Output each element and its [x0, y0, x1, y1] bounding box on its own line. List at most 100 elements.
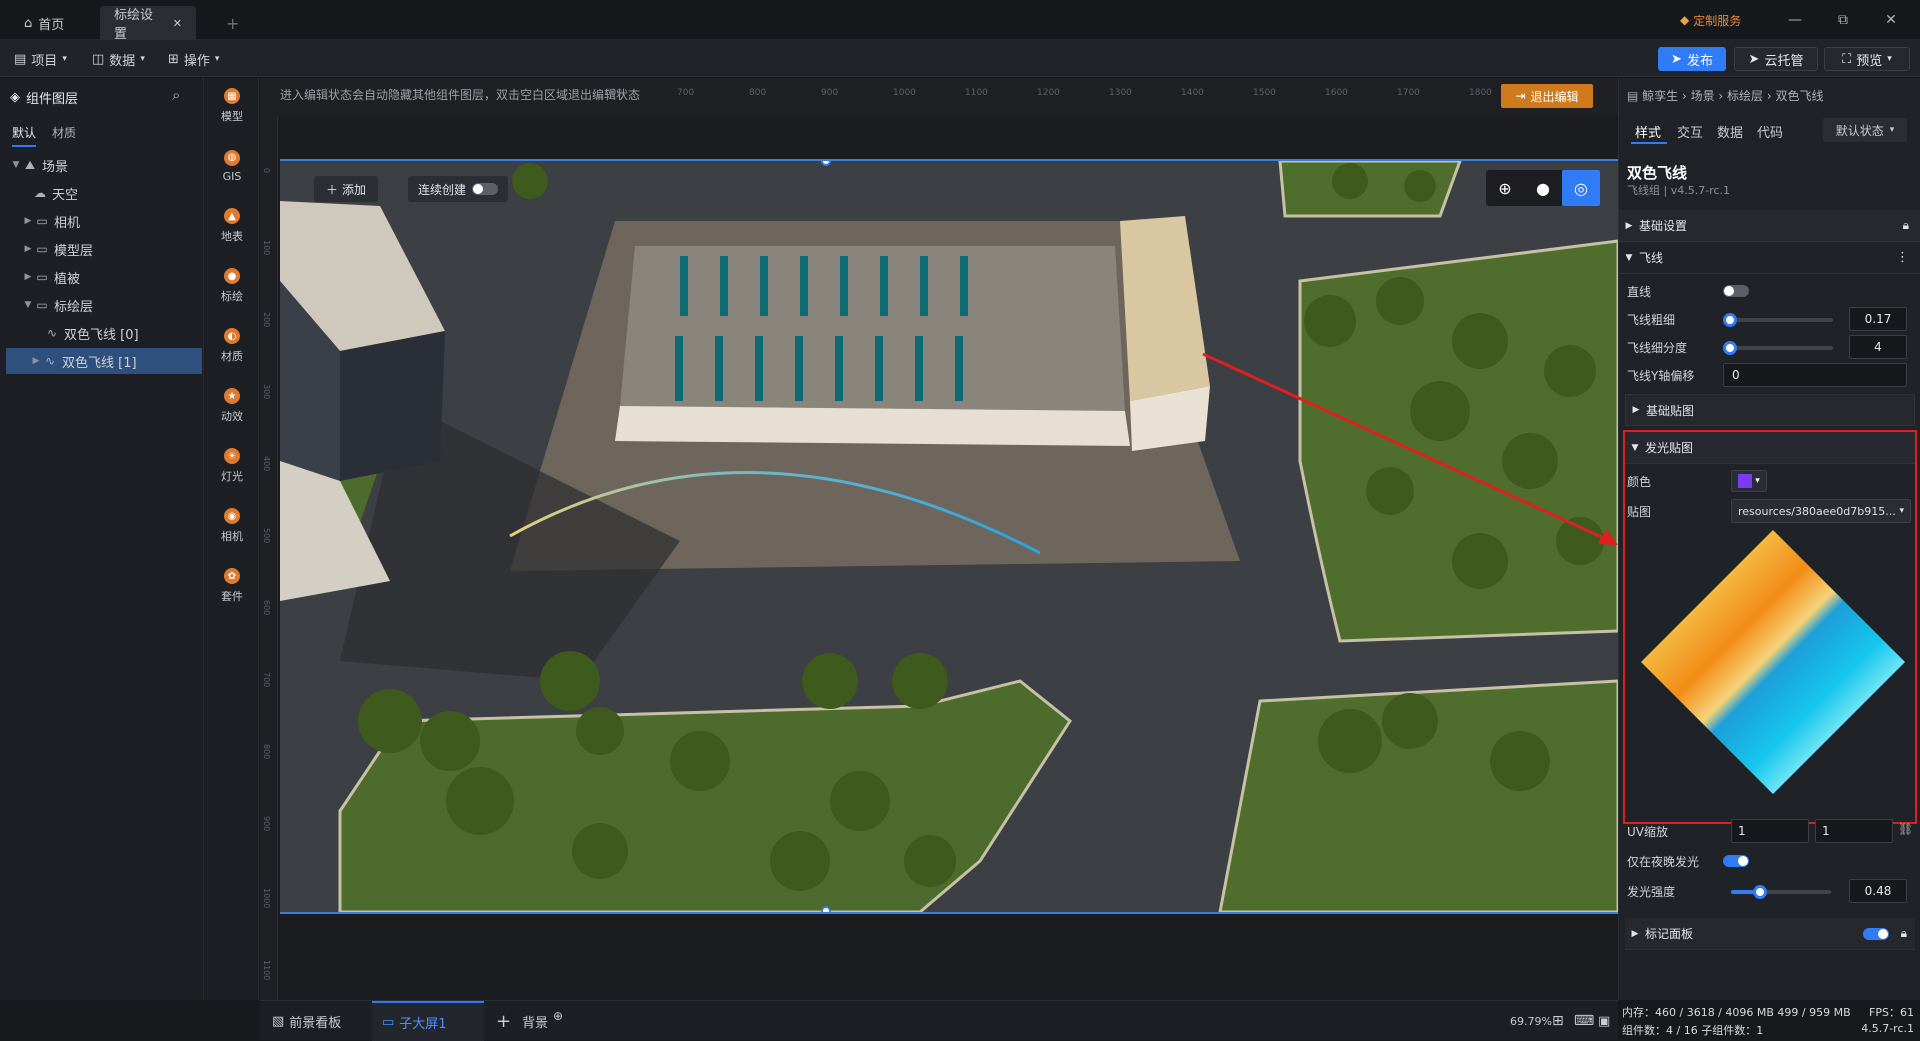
slider-knob[interactable]	[1752, 885, 1767, 899]
tool-gis[interactable]: ◍ GIS	[205, 138, 259, 194]
texture-preview[interactable]	[1641, 530, 1905, 794]
lock-icon[interactable]: 🔒︎	[1903, 218, 1909, 233]
continuous-create-toggle[interactable]: 连续创建	[408, 176, 509, 202]
texture-select[interactable]: resources/380aee0d7b915... ▾	[1731, 499, 1911, 523]
tab-interaction[interactable]: 交互	[1677, 122, 1703, 141]
tab-style[interactable]: 样式	[1635, 122, 1661, 141]
tree-item-label: 植被	[54, 271, 81, 287]
ruler-top-label: 900	[821, 88, 839, 98]
menu-project-label: 项目	[31, 53, 58, 69]
menu-data[interactable]: ◫ 数据 ▾	[92, 48, 145, 70]
caret-right-icon[interactable]: ▶	[30, 356, 42, 366]
caret-down-icon[interactable]: ▼	[10, 160, 22, 170]
tab-code[interactable]: 代码	[1757, 122, 1783, 141]
night-glow-toggle[interactable]	[1723, 855, 1749, 867]
tool-light[interactable]: ☀ 灯光	[205, 438, 259, 494]
close-tab-icon[interactable]: ✕	[173, 17, 182, 30]
background-button[interactable]: 背景 ⊕	[522, 1001, 563, 1041]
section-glow-texture[interactable]: ▼ 发光贴图	[1625, 432, 1915, 464]
chevron-down-icon: ▾	[1887, 54, 1892, 64]
tool-surface[interactable]: ▲ 地表	[205, 198, 259, 254]
caret-right-icon[interactable]: ▶	[22, 272, 34, 282]
tab-foreground-board[interactable]: ▧ 前景看板	[266, 1001, 362, 1041]
tree-item-plot-layer[interactable]: ▼ ▭ 标绘层	[0, 292, 204, 318]
more-icon[interactable]: ⋮	[1896, 250, 1909, 265]
cloud-hosting-button[interactable]: ➤ 云托管	[1734, 47, 1818, 71]
section-marker-panel[interactable]: ▶ 标记面板 🔒︎	[1625, 918, 1915, 950]
add-button[interactable]: ＋ 添加	[314, 176, 379, 202]
tool-kit[interactable]: ✿ 套件	[205, 558, 259, 614]
close-window-button[interactable]: ✕	[1878, 8, 1904, 32]
circle-view-icon[interactable]: ●	[1524, 170, 1562, 206]
orbit-view-icon[interactable]: ◎	[1562, 170, 1600, 206]
publish-button[interactable]: ➤ 发布	[1658, 47, 1726, 71]
tool-material[interactable]: ◐ 材质	[205, 318, 259, 374]
state-select[interactable]: 默认状态 ▾	[1823, 118, 1907, 142]
tool-camera[interactable]: ◉ 相机	[205, 498, 259, 554]
link-icon[interactable]: ⛓	[1898, 822, 1913, 836]
marker-panel-toggle[interactable]	[1863, 927, 1889, 940]
caret-right-icon[interactable]: ▶	[22, 216, 34, 226]
section-base-texture[interactable]: ▶ 基础贴图	[1625, 394, 1915, 426]
tab-material[interactable]: 材质	[52, 124, 76, 141]
publish-label: 发布	[1686, 53, 1713, 69]
section-title: 标记面板	[1645, 927, 1694, 941]
tool-model[interactable]: ▦ 模型	[205, 78, 259, 134]
new-tab-button[interactable]: +	[212, 6, 253, 40]
scene-viewport[interactable]: 600 700 800 900 1000 1100 1200 1300 1400 1500 1600…	[260, 78, 1618, 1000]
color-picker[interactable]: ▾	[1731, 470, 1767, 492]
tree-item-camera[interactable]: ▶ ▭ 相机	[0, 208, 204, 234]
keyboard-icon[interactable]: ⌨	[1574, 1001, 1594, 1041]
uv-x-input[interactable]: 1	[1731, 819, 1809, 843]
material-icon: ◐	[224, 328, 240, 344]
cloud-icon: ☁	[34, 186, 46, 200]
uv-y-input[interactable]: 1	[1815, 819, 1893, 843]
3d-scene[interactable]: ＋ 添加 连续创建 ⊕ ● ◎	[280, 159, 1618, 914]
tree-item-vegetation[interactable]: ▶ ▭ 植被	[0, 264, 204, 290]
tool-effects[interactable]: ★ 动效	[205, 378, 259, 434]
glow-strength-slider[interactable]	[1731, 885, 1831, 899]
slider-knob[interactable]	[1723, 341, 1737, 355]
terminal-icon[interactable]: ▣	[1598, 1001, 1610, 1041]
tree-item-scene[interactable]: ▼ ⛰ 场景	[0, 152, 204, 178]
menu-project[interactable]: ▤ 项目 ▾	[14, 48, 67, 70]
minimize-button[interactable]: —	[1782, 8, 1808, 32]
tree-item-flyline-1[interactable]: ▶ ∿ 双色飞线 [1]	[6, 348, 202, 374]
y-offset-input[interactable]: 0	[1723, 363, 1907, 387]
segments-slider[interactable]	[1723, 341, 1833, 355]
width-slider[interactable]	[1723, 313, 1833, 327]
tree-item-label: 模型层	[54, 243, 94, 259]
toggle-switch[interactable]	[472, 183, 499, 195]
slider-knob[interactable]	[1723, 313, 1737, 327]
tab-sub-screen-1[interactable]: ▭ 子大屏1	[372, 1001, 484, 1041]
caret-right-icon[interactable]: ▶	[22, 244, 34, 254]
tree-item-flyline-0[interactable]: ∿ 双色飞线 [0]	[0, 320, 204, 346]
caret-right-icon: ▶	[1632, 405, 1640, 415]
glow-strength-input[interactable]: 0.48	[1849, 879, 1907, 903]
tree-item-model-layer[interactable]: ▶ ▭ 模型层	[0, 236, 204, 262]
width-input[interactable]: 0.17	[1849, 307, 1907, 331]
tab-plot-settings[interactable]: 标绘设置 ✕	[100, 6, 196, 42]
preview-button[interactable]: ⛶ 预览 ▾	[1824, 47, 1910, 71]
fit-icon[interactable]: ⊞	[1552, 1001, 1564, 1041]
tool-plot[interactable]: ● 标绘	[205, 258, 259, 314]
globe-view-icon[interactable]: ⊕	[1486, 170, 1524, 206]
ruler-left-label: 1100	[262, 960, 271, 981]
tab-data[interactable]: 数据	[1717, 122, 1743, 141]
maximize-button[interactable]: ⧉	[1830, 8, 1856, 32]
exit-edit-button[interactable]: ⇥ 退出编辑	[1501, 84, 1593, 108]
component-count: 组件数：4 / 16 子组件数：1	[1622, 1024, 1764, 1037]
section-flyline[interactable]: ▼ 飞线 ⋮	[1619, 242, 1920, 274]
segments-input[interactable]: 4	[1849, 335, 1907, 359]
tab-default[interactable]: 默认	[12, 124, 37, 147]
menu-operation[interactable]: ⊞ 操作 ▾	[168, 48, 219, 70]
lock-icon[interactable]: 🔒︎	[1901, 926, 1907, 941]
straight-toggle[interactable]	[1723, 285, 1749, 297]
section-basic-settings[interactable]: ▶ 基础设置 🔒︎	[1619, 210, 1920, 242]
custom-service-button[interactable]: ◆ 定制服务	[1680, 9, 1741, 31]
tree-item-sky[interactable]: ☁ 天空	[0, 180, 204, 206]
caret-down-icon[interactable]: ▼	[22, 300, 34, 310]
tab-home[interactable]: ⌂ 首页	[10, 6, 78, 40]
search-icon[interactable]: ⌕	[172, 86, 180, 104]
add-screen-button[interactable]: +	[496, 1001, 511, 1041]
